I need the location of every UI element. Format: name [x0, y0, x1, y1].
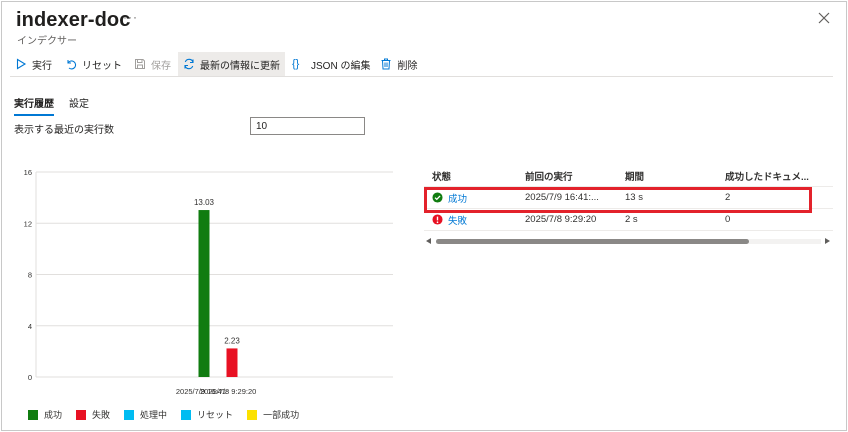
legend-item[interactable]: 成功 [28, 408, 62, 421]
check-circle-icon [432, 192, 443, 203]
page-subtitle: インデクサー [17, 36, 77, 47]
legend-swatch [124, 409, 135, 420]
chart-bar [198, 210, 210, 377]
legend-label: 一部成功 [263, 410, 300, 420]
status-link[interactable]: 失敗 [448, 213, 467, 227]
legend-item[interactable]: 一部成功 [247, 408, 299, 421]
play-icon [16, 58, 27, 70]
y-tick-label: 16 [24, 168, 32, 177]
reset-button[interactable]: リセット [60, 52, 127, 76]
data-label: 2.23 [224, 336, 240, 345]
legend-swatch [181, 409, 192, 420]
status-cell: 失敗 [424, 213, 525, 227]
succeeded-docs-cell: 2 [725, 192, 731, 203]
delete-button[interactable]: 削除 [375, 52, 422, 76]
save-button-label: 保存 [151, 60, 171, 72]
column-header-succeeded-docs[interactable]: 成功したドキュメ... [725, 169, 833, 183]
scrollbar-thumb[interactable] [436, 239, 749, 244]
edit-json-button-label: JSON の編集 [311, 60, 371, 72]
column-header-last-run[interactable]: 前回の実行 [525, 169, 625, 183]
chart-bar [226, 348, 238, 377]
legend-item[interactable]: 処理中 [124, 408, 167, 421]
delete-button-label: 削除 [397, 60, 418, 72]
tab-settings[interactable]: 設定 [69, 95, 89, 116]
recent-runs-input[interactable] [250, 117, 365, 135]
execution-history-chart: 048121613.032.232025/7/9 16:41:2025/7/8 … [24, 168, 393, 396]
refresh-button-label: 最新の情報に更新 [200, 60, 280, 72]
refresh-button[interactable]: 最新の情報に更新 [178, 52, 285, 76]
table-row[interactable]: 失敗 2025/7/8 9:29:20 2 s 0 [424, 209, 833, 231]
succeeded-docs-cell: 0 [725, 214, 731, 225]
toolbar-divider [10, 76, 833, 77]
close-icon[interactable] [816, 10, 832, 26]
toolbar: 実行 リセット 保存 最新の情報に更新 {} JSON の編集 削除 [10, 52, 422, 76]
page-title: indexer-doc [16, 9, 131, 31]
duration-cell: 13 s [625, 192, 643, 203]
legend-swatch [28, 409, 38, 420]
undo-icon [67, 60, 77, 70]
last-run-cell: 2025/7/9 16:41:... [525, 192, 599, 203]
edit-json-button[interactable]: {} JSON の編集 [287, 52, 375, 76]
table-header: 状態 前回の実行 期間 成功したドキュメ... [424, 165, 833, 187]
trash-icon [381, 58, 391, 70]
y-tick-label: 12 [24, 219, 32, 228]
error-circle-icon [432, 214, 443, 225]
run-button[interactable]: 実行 [10, 52, 57, 76]
refresh-icon [184, 58, 194, 70]
column-header-status[interactable]: 状態 [424, 169, 525, 183]
last-run-cell: 2025/7/8 9:29:20 [525, 214, 597, 225]
save-button[interactable]: 保存 [129, 52, 176, 76]
scroll-right-arrow-icon[interactable] [825, 238, 830, 244]
y-tick-label: 4 [28, 322, 32, 331]
run-button-label: 実行 [32, 60, 52, 72]
save-icon [135, 59, 145, 69]
legend-label: 成功 [44, 410, 63, 420]
horizontal-scrollbar[interactable] [424, 236, 833, 247]
legend-item[interactable]: 失敗 [76, 408, 110, 421]
status-link[interactable]: 成功 [448, 191, 467, 205]
reset-button-label: リセット [82, 60, 122, 72]
execution-history-table: 状態 前回の実行 期間 成功したドキュメ... 成功 2025/7/9 16:4… [424, 165, 833, 231]
status-cell: 成功 [424, 191, 525, 205]
y-tick-label: 0 [28, 373, 32, 382]
legend-label: 失敗 [92, 410, 111, 420]
chart-legend: 成功 失敗 処理中 リセット 一部成功 [28, 408, 313, 421]
table-row[interactable]: 成功 2025/7/9 16:41:... 13 s 2 [424, 187, 833, 209]
more-options-button[interactable]: ··· [123, 10, 138, 24]
legend-label: 処理中 [140, 410, 168, 420]
legend-label: リセット [197, 410, 234, 420]
braces-icon: {} [292, 58, 300, 70]
recent-runs-label: 表示する最近の実行数 [14, 125, 114, 136]
column-header-duration[interactable]: 期間 [625, 169, 725, 183]
scroll-left-arrow-icon[interactable] [426, 238, 431, 244]
legend-swatch [76, 409, 87, 420]
tab-history[interactable]: 実行履歴 [14, 95, 54, 116]
x-tick-label: 2025/7/8 9:29:20 [200, 387, 256, 396]
data-label: 13.03 [194, 198, 215, 207]
legend-item[interactable]: リセット [181, 408, 233, 421]
legend-swatch [247, 409, 258, 420]
duration-cell: 2 s [625, 214, 638, 225]
y-tick-label: 8 [28, 271, 32, 280]
tab-bar: 実行履歴 設定 [14, 95, 104, 116]
